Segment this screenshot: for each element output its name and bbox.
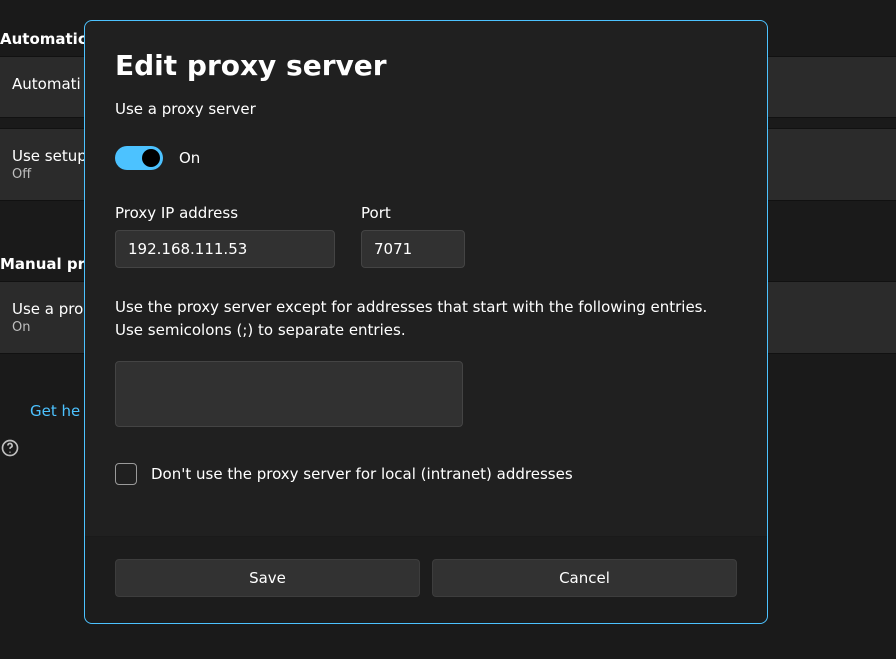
use-proxy-toggle-state-label: On xyxy=(179,149,200,167)
bypass-local-label: Don't use the proxy server for local (in… xyxy=(151,465,573,483)
use-proxy-label: Use a proxy server xyxy=(115,100,737,118)
dialog-title: Edit proxy server xyxy=(115,49,737,82)
port-column: Port xyxy=(361,204,465,268)
ip-column: Proxy IP address xyxy=(115,204,335,268)
dialog-body: Edit proxy server Use a proxy server On … xyxy=(85,21,767,536)
use-proxy-toggle-row: On xyxy=(115,146,737,170)
ip-label: Proxy IP address xyxy=(115,204,335,222)
exceptions-description: Use the proxy server except for addresse… xyxy=(115,296,737,343)
proxy-ip-input[interactable] xyxy=(115,230,335,268)
toggle-thumb xyxy=(142,149,160,167)
bypass-local-row: Don't use the proxy server for local (in… xyxy=(115,463,737,485)
address-port-row: Proxy IP address Port xyxy=(115,204,737,268)
save-button[interactable]: Save xyxy=(115,559,420,597)
dialog-footer: Save Cancel xyxy=(85,536,767,623)
use-proxy-toggle[interactable] xyxy=(115,146,163,170)
help-icon xyxy=(0,438,20,458)
proxy-port-input[interactable] xyxy=(361,230,465,268)
edit-proxy-dialog: Edit proxy server Use a proxy server On … xyxy=(84,20,768,624)
port-label: Port xyxy=(361,204,465,222)
bypass-local-checkbox[interactable] xyxy=(115,463,137,485)
exceptions-textarea[interactable] xyxy=(115,361,463,427)
cancel-button[interactable]: Cancel xyxy=(432,559,737,597)
